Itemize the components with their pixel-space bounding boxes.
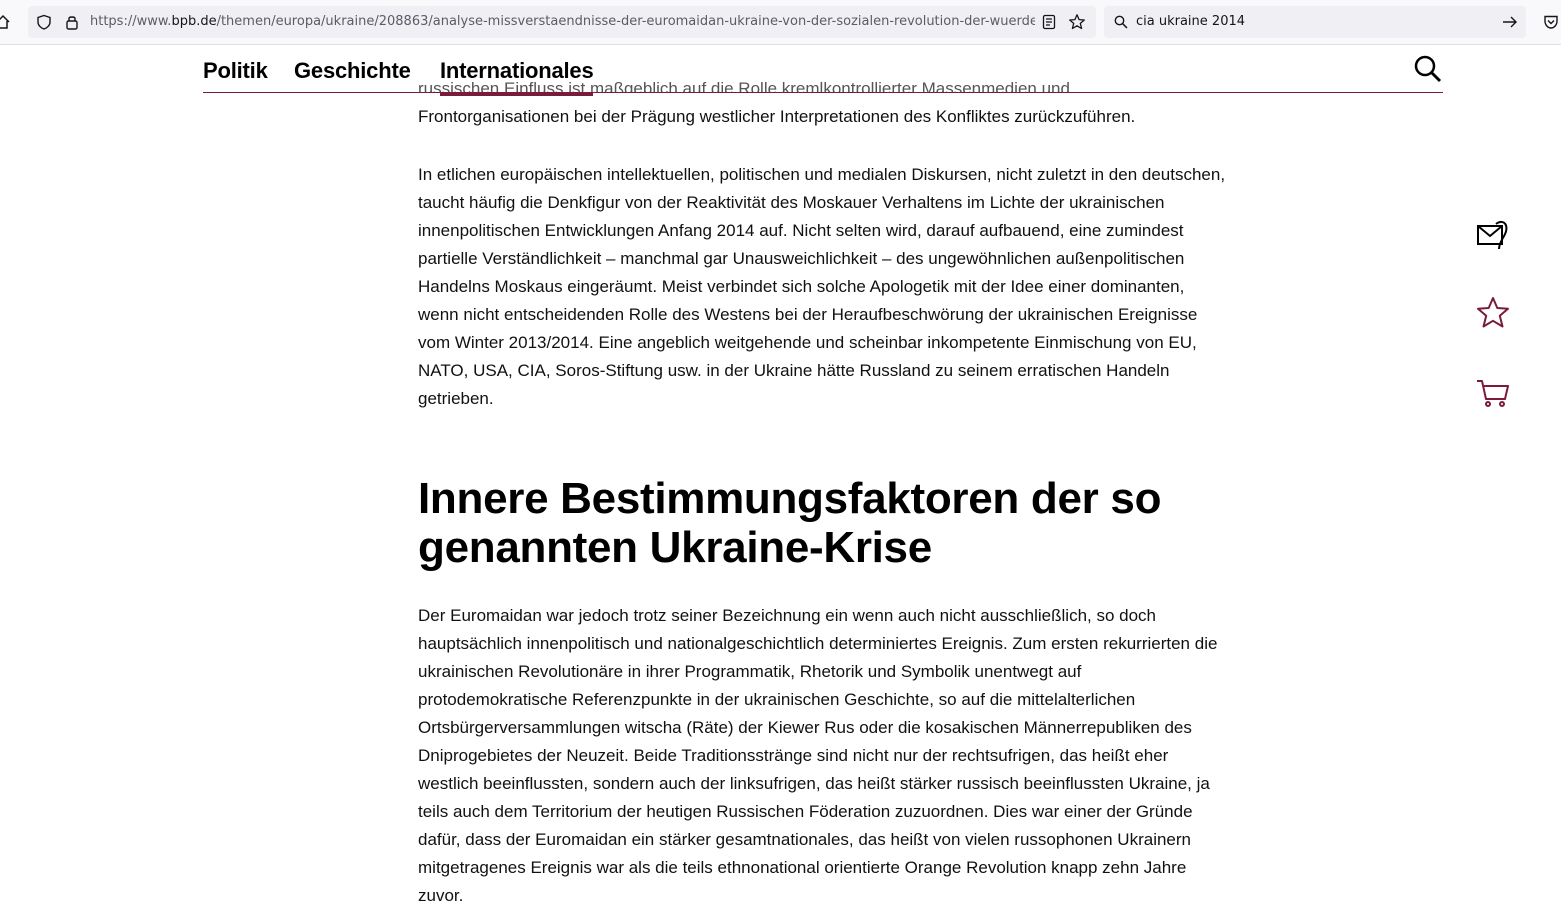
cart-button[interactable]: [1474, 373, 1512, 411]
pocket-icon[interactable]: [1543, 14, 1559, 30]
url-path: /themen/europa/ukraine/208863/analyse-mi…: [216, 14, 1035, 29]
newsletter-button[interactable]: [1474, 216, 1512, 254]
shield-icon[interactable]: [36, 14, 52, 30]
clipped-text-line: russischen Einfluss ist maßgeblich auf d…: [418, 79, 1070, 92]
reader-view-icon[interactable]: [1042, 14, 1056, 30]
url-host: bpb.de: [171, 14, 217, 29]
favorite-star-icon: [1477, 297, 1509, 328]
lock-icon[interactable]: [65, 14, 79, 30]
section-heading: Innere Bestimmungsfaktoren der so genann…: [418, 474, 1162, 572]
search-bar[interactable]: cia ukraine 2014: [1104, 6, 1526, 38]
home-icon[interactable]: [0, 14, 10, 30]
cart-icon: [1477, 380, 1509, 407]
browser-toolbar: https://www.bpb.de/themen/europa/ukraine…: [0, 0, 1561, 45]
favorite-button[interactable]: [1474, 294, 1512, 332]
search-icon: [1114, 15, 1128, 29]
search-query[interactable]: cia ukraine 2014: [1136, 6, 1245, 38]
bookmark-star-icon[interactable]: [1068, 13, 1086, 31]
url-bar[interactable]: https://www.bpb.de/themen/europa/ukraine…: [28, 6, 1096, 38]
url-text[interactable]: https://www.bpb.de/themen/europa/ukraine…: [90, 6, 1035, 38]
article-paragraph: Der Euromaidan war jedoch trotz seiner B…: [418, 606, 1218, 905]
site-search-icon[interactable]: [1413, 54, 1443, 84]
nav-item-geschichte[interactable]: Geschichte: [294, 58, 411, 84]
nav-item-politik[interactable]: Politik: [203, 58, 268, 84]
article-paragraph: Frontorganisationen bei der Prägung west…: [418, 107, 1136, 126]
go-arrow-icon[interactable]: [1502, 15, 1518, 29]
article-paragraph: In etlichen europäischen intellektuellen…: [418, 165, 1226, 408]
url-scheme: https://www.: [90, 14, 172, 29]
newsletter-icon: [1477, 220, 1508, 250]
